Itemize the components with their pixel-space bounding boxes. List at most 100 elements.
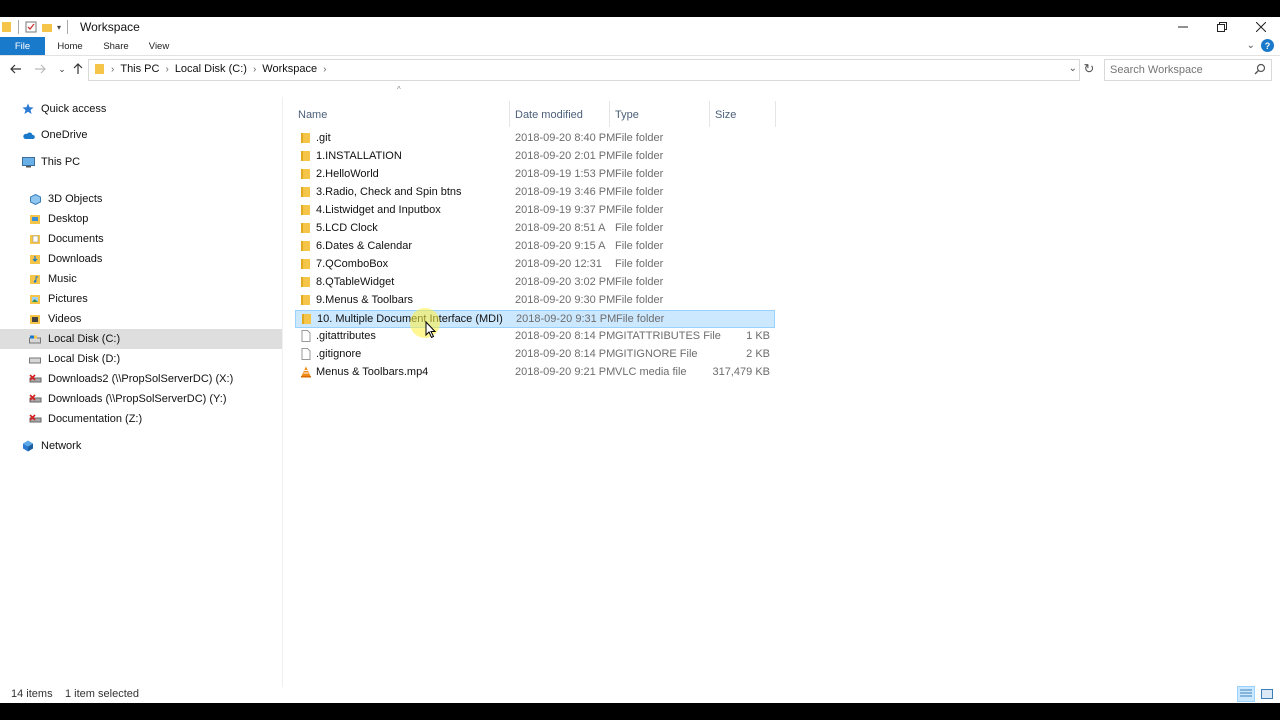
nav-item-documentation-z[interactable]: Documentation (Z:) xyxy=(0,409,282,429)
file-row[interactable]: .git 2018-09-20 8:40 PM File folder xyxy=(295,130,775,148)
file-size: 2 KB xyxy=(746,348,770,360)
column-divider[interactable] xyxy=(609,101,610,127)
file-row[interactable]: 4.Listwidget and Inputbox 2018-09-19 9:3… xyxy=(295,202,775,220)
back-button[interactable] xyxy=(8,61,24,77)
forward-button[interactable] xyxy=(32,61,48,77)
file-date: 2018-09-19 1:53 PM xyxy=(515,168,616,180)
navigation-pane: Quick access OneDrive This PC 3D Objects… xyxy=(0,97,282,687)
file-row[interactable]: 6.Dates & Calendar 2018-09-20 9:15 A Fil… xyxy=(295,238,775,256)
window-controls xyxy=(1163,17,1280,37)
nav-item-desktop[interactable]: Desktop xyxy=(0,209,282,229)
file-row[interactable]: .gitattributes 2018-09-20 8:14 PM GITATT… xyxy=(295,328,775,346)
minimize-button[interactable] xyxy=(1163,17,1202,37)
column-divider[interactable] xyxy=(775,101,776,127)
file-type: GITIGNORE File xyxy=(615,348,698,360)
folder-icon xyxy=(301,295,310,305)
new-folder-icon[interactable] xyxy=(41,21,53,33)
file-size: 1 KB xyxy=(746,330,770,342)
file-row[interactable]: Menus & Toolbars.mp4 2018-09-20 9:21 PM … xyxy=(295,364,775,382)
tab-share[interactable]: Share xyxy=(98,37,134,55)
column-divider[interactable] xyxy=(509,101,510,127)
file-row[interactable]: 2.HelloWorld 2018-09-19 1:53 PM File fol… xyxy=(295,166,775,184)
nav-item-this-pc[interactable]: This PC xyxy=(0,152,282,172)
nav-item-onedrive[interactable]: OneDrive xyxy=(0,125,282,145)
column-header-name[interactable]: Name xyxy=(298,97,508,133)
file-row[interactable]: 8.QTableWidget 2018-09-20 3:02 PM File f… xyxy=(295,274,775,292)
file-row[interactable]: 7.QComboBox 2018-09-20 12:31 File folder xyxy=(295,256,775,274)
tab-view[interactable]: View xyxy=(145,37,173,55)
nav-item-downloads[interactable]: Downloads xyxy=(0,249,282,269)
search-box[interactable] xyxy=(1104,59,1272,81)
nav-item-videos[interactable]: Videos xyxy=(0,309,282,329)
file-row[interactable]: .gitignore 2018-09-20 8:14 PM GITIGNORE … xyxy=(295,346,775,364)
nav-item-local-disk-d[interactable]: Local Disk (D:) xyxy=(0,349,282,369)
nav-label: Downloads (\\PropSolServerDC) (Y:) xyxy=(48,393,227,405)
help-icon[interactable]: ? xyxy=(1261,39,1274,52)
restore-button[interactable] xyxy=(1202,17,1241,37)
chevron-right-icon[interactable]: › xyxy=(253,64,256,75)
file-row[interactable]: 3.Radio, Check and Spin btns 2018-09-19 … xyxy=(295,184,775,202)
tab-file[interactable]: File xyxy=(0,37,45,55)
nav-item-pictures[interactable]: Pictures xyxy=(0,289,282,309)
file-name: 1.INSTALLATION xyxy=(316,150,402,162)
file-date: 2018-09-19 9:37 PM xyxy=(515,204,616,216)
folder-icon xyxy=(301,169,310,179)
file-row[interactable]: 1.INSTALLATION 2018-09-20 2:01 PM File f… xyxy=(295,148,775,166)
column-header-size[interactable]: Size xyxy=(715,97,775,133)
minimize-icon xyxy=(1177,26,1188,28)
tab-home[interactable]: Home xyxy=(53,37,87,55)
nav-item-documents[interactable]: Documents xyxy=(0,229,282,249)
column-header-type[interactable]: Type xyxy=(615,97,710,133)
breadcrumb-this-pc[interactable]: This PC xyxy=(120,63,159,75)
customize-toolbar-icon[interactable]: ▾ xyxy=(57,23,61,32)
file-name: 9.Menus & Toolbars xyxy=(316,294,414,306)
details-view-button[interactable] xyxy=(1237,686,1255,702)
breadcrumb-local-disk-c[interactable]: Local Disk (C:) xyxy=(175,63,247,75)
ribbon-right-controls: ⌄ ? xyxy=(1247,39,1274,52)
file-name: Menus & Toolbars.mp4 xyxy=(316,366,429,378)
address-history-icon[interactable]: ⌄ xyxy=(1069,63,1077,74)
nav-item-music[interactable]: Music xyxy=(0,269,282,289)
search-icon[interactable] xyxy=(1254,63,1266,75)
refresh-button[interactable]: ↻ xyxy=(1081,61,1097,77)
search-input[interactable] xyxy=(1110,63,1250,77)
file-date: 2018-09-20 9:15 A xyxy=(515,240,606,252)
file-row-selected[interactable]: 10. Multiple Document Interface (MDI) 20… xyxy=(295,310,775,328)
pane-divider[interactable] xyxy=(282,97,283,687)
nav-item-downloads-y[interactable]: Downloads (\\PropSolServerDC) (Y:) xyxy=(0,389,282,409)
chevron-right-icon[interactable]: › xyxy=(323,64,326,75)
recent-locations-button[interactable]: ⌄ xyxy=(54,61,70,77)
vlc-icon xyxy=(301,366,311,378)
properties-icon[interactable] xyxy=(25,21,37,33)
address-bar[interactable]: › This PC › Local Disk (C:) › Workspace … xyxy=(88,59,1080,81)
toolbar-divider xyxy=(18,20,19,34)
file-type: File folder xyxy=(615,150,664,162)
column-divider[interactable] xyxy=(709,101,710,127)
chevron-right-icon[interactable]: › xyxy=(111,64,114,75)
large-icons-view-button[interactable] xyxy=(1258,686,1276,702)
nav-label: Pictures xyxy=(48,293,88,305)
expand-ribbon-icon[interactable]: ⌄ xyxy=(1247,40,1255,51)
breadcrumb: › This PC › Local Disk (C:) › Workspace … xyxy=(95,63,326,75)
nav-item-downloads2-x[interactable]: Downloads2 (\\PropSolServerDC) (X:) xyxy=(0,369,282,389)
nav-label: Downloads xyxy=(48,253,103,265)
folder-icon xyxy=(301,241,310,251)
drive-icon xyxy=(28,332,42,346)
up-button[interactable] xyxy=(70,61,86,77)
file-row[interactable]: 9.Menus & Toolbars 2018-09-20 9:30 PM Fi… xyxy=(295,292,775,310)
nav-item-local-disk-c[interactable]: Local Disk (C:) xyxy=(0,329,282,349)
star-icon xyxy=(21,102,35,116)
chevron-right-icon[interactable]: › xyxy=(165,64,168,75)
nav-item-3d-objects[interactable]: 3D Objects xyxy=(0,189,282,209)
pictures-icon xyxy=(28,292,42,306)
column-header-date[interactable]: Date modified xyxy=(515,97,610,133)
breadcrumb-workspace[interactable]: Workspace xyxy=(262,63,317,75)
file-row[interactable]: 5.LCD Clock 2018-09-20 8:51 A File folde… xyxy=(295,220,775,238)
forward-arrow-icon xyxy=(35,64,46,74)
nav-item-quick-access[interactable]: Quick access xyxy=(0,99,282,119)
nav-item-network[interactable]: Network xyxy=(0,436,282,456)
close-button[interactable] xyxy=(1241,17,1280,37)
disconnected-drive-icon xyxy=(28,412,42,426)
nav-label: Local Disk (C:) xyxy=(48,333,121,345)
file-type: File folder xyxy=(615,168,664,180)
